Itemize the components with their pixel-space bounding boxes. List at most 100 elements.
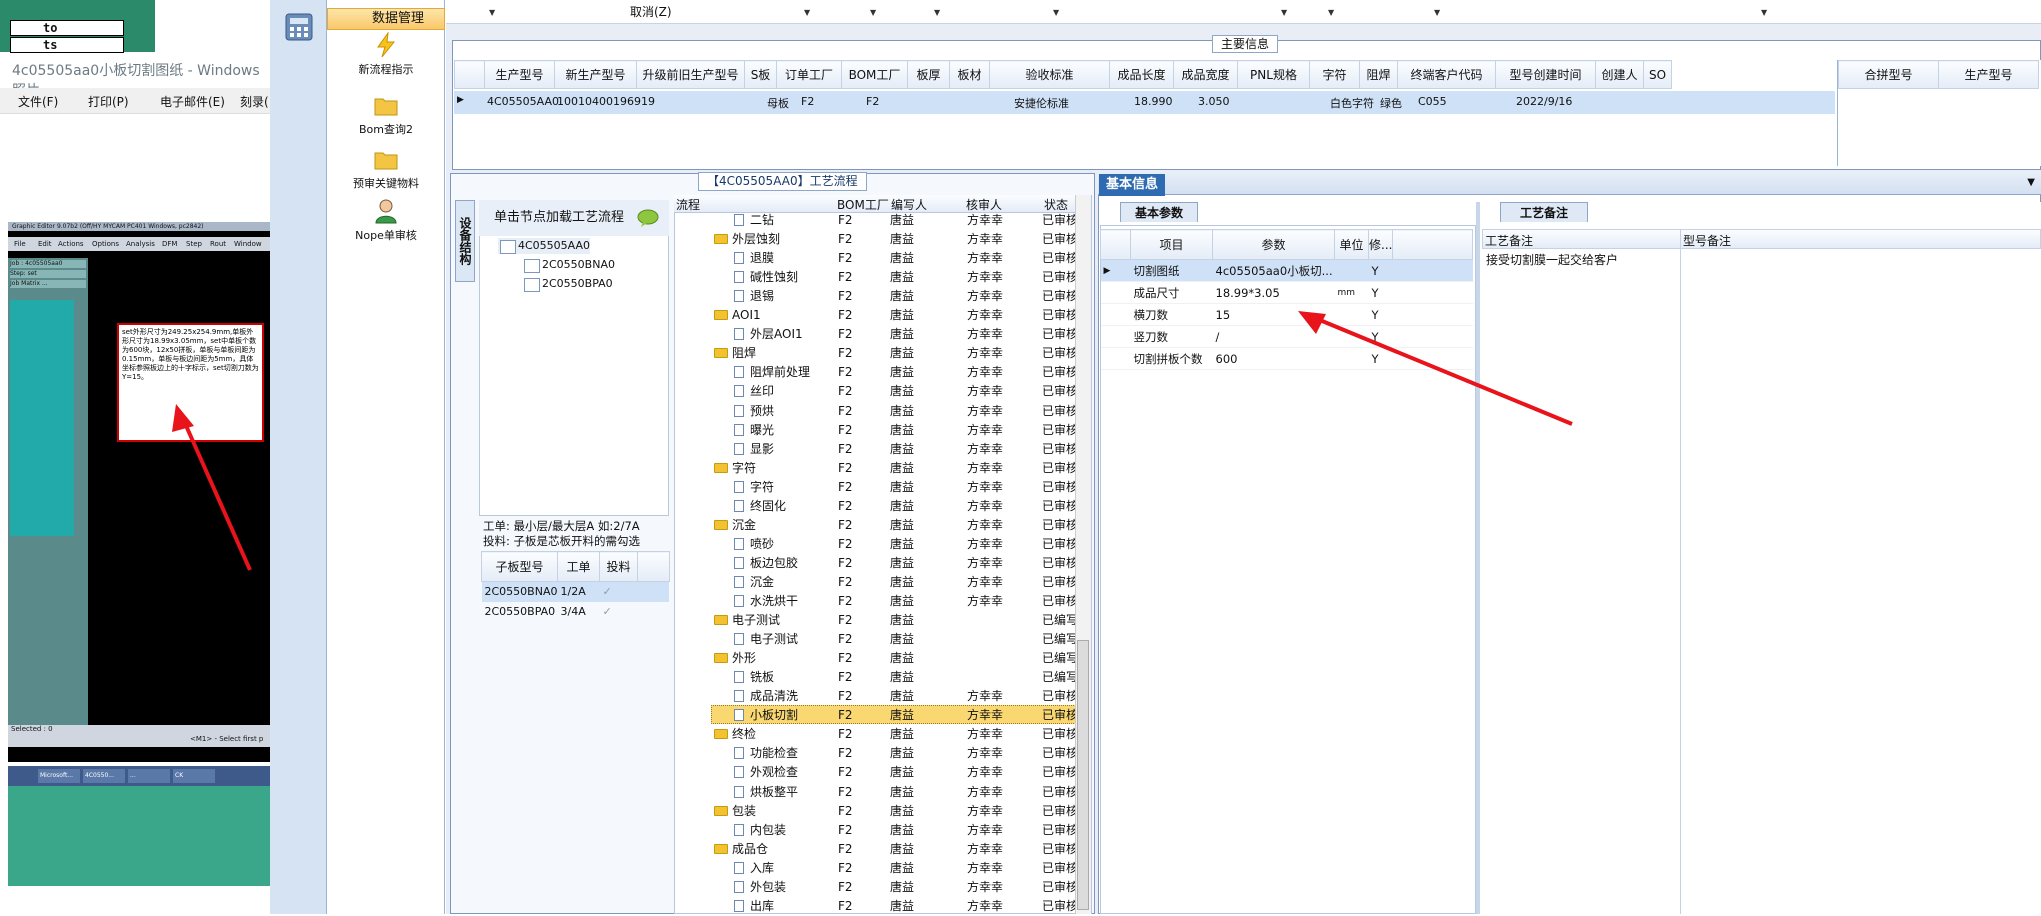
col-header[interactable]: 工艺备注	[1485, 232, 1533, 249]
matrix-label[interactable]: Job Matrix ...	[10, 280, 86, 288]
calculator-icon[interactable]	[284, 12, 314, 42]
ge-menu-dfm[interactable]: DFM	[162, 237, 177, 251]
col-header[interactable]: 生产型号	[1938, 60, 2039, 89]
col-header[interactable]: 验收标准	[989, 60, 1110, 89]
col-header[interactable]: 参数	[1212, 229, 1335, 260]
flow-row[interactable]: 小板切割 F2 唐益 方幸幸 已审核	[674, 706, 1082, 725]
flow-row[interactable]: 内包装 F2 唐益 方幸幸 已审核	[674, 821, 1082, 840]
flow-row[interactable]: 外层蚀刻 F2 唐益 方幸幸 已审核	[674, 230, 1082, 249]
flow-row[interactable]: 沉金 F2 唐益 方幸幸 已审核	[674, 573, 1082, 592]
flow-row[interactable]: 曝光 F2 唐益 方幸幸 已审核	[674, 421, 1082, 440]
chevron-down-icon[interactable]: ▼	[870, 8, 876, 17]
tab-basic-params[interactable]: 基本参数	[1120, 202, 1198, 222]
ge-menu-rout[interactable]: Rout	[210, 237, 226, 251]
menu-burn[interactable]: 刻录(	[240, 93, 269, 110]
ge-menu-window[interactable]: Window	[234, 237, 262, 251]
col-header[interactable]: 板材	[949, 60, 990, 89]
table-row[interactable]: 2C0550BNA0 1/2A ✓	[481, 581, 670, 602]
nav-bom-query[interactable]: Bom查询2	[327, 92, 445, 137]
flow-row[interactable]: 喷砂 F2 唐益 方幸幸 已审核	[674, 535, 1082, 554]
flow-row[interactable]: AOI1 F2 唐益 方幸幸 已审核	[674, 306, 1082, 325]
ge-menu-analysis[interactable]: Analysis	[126, 237, 155, 251]
param-value[interactable]: 600	[1212, 347, 1335, 370]
col-header[interactable]: 订单工厂	[776, 60, 842, 89]
product-row[interactable]: ▶ 4C05505AA0 10010400196919 母板 F2 F2 安捷伦…	[454, 91, 1835, 114]
flow-row[interactable]: 字符 F2 唐益 方幸幸 已审核	[674, 459, 1082, 478]
param-value[interactable]: 18.99*3.05	[1212, 281, 1335, 304]
tab-basic-info[interactable]: 基本信息	[1099, 174, 1165, 196]
col-header[interactable]: 单位	[1334, 229, 1369, 260]
chevron-down-icon[interactable]: ▼	[1281, 8, 1287, 17]
col-header[interactable]: 工单	[556, 551, 600, 582]
taskbar-item[interactable]: ...	[128, 769, 170, 783]
chevron-down-icon[interactable]: ▼	[1761, 8, 1767, 17]
flow-row[interactable]: 成品仓 F2 唐益 方幸幸 已审核	[674, 840, 1082, 859]
taskbar-item[interactable]: Microsoft...	[38, 769, 80, 783]
param-row[interactable]: 切割拼板个数 600 Y	[1100, 347, 1473, 370]
flow-row[interactable]: 成品清洗 F2 唐益 方幸幸 已审核	[674, 687, 1082, 706]
param-row[interactable]: 成品尺寸 18.99*3.05 mm Y	[1100, 281, 1473, 304]
chevron-down-icon[interactable]: ▼	[934, 8, 940, 17]
col-header[interactable]: 合拼型号	[1838, 60, 1939, 89]
col-header[interactable]: 字符	[1309, 60, 1360, 89]
tab-process-notes[interactable]: 工艺备注	[1500, 202, 1588, 222]
col-header[interactable]: 新生产型号	[554, 60, 637, 89]
flow-row[interactable]: 阻焊前处理 F2 唐益 方幸幸 已审核	[674, 363, 1082, 382]
flow-row[interactable]: 水洗烘干 F2 唐益 方幸幸 已审核	[674, 592, 1082, 611]
flow-row[interactable]: 电子测试 F2 唐益 已编写	[674, 611, 1082, 630]
flow-row[interactable]: 功能检查 F2 唐益 方幸幸 已审核	[674, 744, 1082, 763]
chevron-down-icon[interactable]: ▼	[1434, 8, 1440, 17]
flow-row[interactable]: 铣板 F2 唐益 已编写	[674, 668, 1082, 687]
col-header[interactable]: BOM工厂	[841, 60, 908, 89]
flow-row[interactable]: 入库 F2 唐益 方幸幸 已审核	[674, 859, 1082, 878]
nav-nope-review[interactable]: Nope单审核	[327, 198, 445, 243]
flow-row[interactable]: 终固化 F2 唐益 方幸幸 已审核	[674, 497, 1082, 516]
ge-menu-file[interactable]: File	[14, 237, 26, 251]
tree-node-root[interactable]: 4C05505AA0	[498, 238, 591, 254]
menu-file[interactable]: 文件(F)	[18, 93, 58, 110]
layer-list[interactable]	[10, 300, 74, 536]
col-header[interactable]: 创建人	[1595, 60, 1644, 89]
flow-row[interactable]: 沉金 F2 唐益 方幸幸 已审核	[674, 516, 1082, 535]
param-row[interactable]: 横刀数 15 Y	[1100, 303, 1473, 326]
chevron-down-icon[interactable]: ▼	[1053, 8, 1059, 17]
ge-menu-actions[interactable]: Actions	[58, 237, 84, 251]
chevron-down-icon[interactable]: ▼	[804, 8, 810, 17]
param-value[interactable]: /	[1212, 325, 1335, 348]
flow-row[interactable]: 丝印 F2 唐益 方幸幸 已审核	[674, 382, 1082, 401]
nav-prereview[interactable]: 预审关键物料	[327, 146, 445, 191]
flow-row[interactable]: 外包装 F2 唐益 方幸幸 已审核	[674, 878, 1082, 897]
col-header[interactable]: 型号创建时间	[1495, 60, 1596, 89]
col-header[interactable]: 成品宽度	[1173, 60, 1238, 89]
ge-menu-options[interactable]: Options	[92, 237, 119, 251]
menu-email[interactable]: 电子邮件(E)	[160, 93, 225, 110]
col-header[interactable]: 生产型号	[484, 60, 555, 89]
col-header[interactable]: 成品长度	[1109, 60, 1174, 89]
flow-row[interactable]: 退膜 F2 唐益 方幸幸 已审核	[674, 249, 1082, 268]
chevron-down-icon[interactable]: ▼	[489, 8, 495, 17]
chevron-down-icon[interactable]: ▼	[1328, 8, 1334, 17]
checkbox[interactable]: ✓	[599, 582, 637, 602]
col-header[interactable]: 投料	[598, 551, 638, 582]
param-value[interactable]: 4c05505aa0小板切...	[1212, 259, 1335, 282]
flow-row[interactable]: 电子测试 F2 唐益 已编写	[674, 630, 1082, 649]
table-row[interactable]: 2C0550BPA0 3/4A ✓	[482, 602, 670, 622]
col-header[interactable]: 型号备注	[1683, 232, 1731, 249]
flow-row[interactable]: 外观检查 F2 唐益 方幸幸 已审核	[674, 763, 1082, 782]
col-header[interactable]: 板厚	[907, 60, 950, 89]
flow-row[interactable]: 阻焊 F2 唐益 方幸幸 已审核	[674, 344, 1082, 363]
process-note-text[interactable]: 接受切割膜一起交给客户	[1486, 251, 1618, 268]
flow-row[interactable]: 包装 F2 唐益 方幸幸 已审核	[674, 802, 1082, 821]
flow-row[interactable]: 烘板整平 F2 唐益 方幸幸 已审核	[674, 783, 1082, 802]
flow-row[interactable]: 外层AOI1 F2 唐益 方幸幸 已审核	[674, 325, 1082, 344]
flow-row[interactable]: 终检 F2 唐益 方幸幸 已审核	[674, 725, 1082, 744]
flow-row[interactable]: 退锡 F2 唐益 方幸幸 已审核	[674, 287, 1082, 306]
scrollbar-thumb[interactable]	[1077, 640, 1089, 910]
menu-print[interactable]: 打印(P)	[88, 93, 129, 110]
col-header[interactable]: 子板型号	[481, 551, 558, 582]
col-header[interactable]: S板	[744, 60, 777, 89]
param-row[interactable]: 竖刀数 / Y	[1100, 325, 1473, 348]
col-header[interactable]: 阻焊	[1359, 60, 1398, 89]
cancel-filter[interactable]: 取消(Z)	[630, 3, 672, 20]
taskbar-item[interactable]: 4C0550...	[83, 769, 125, 783]
